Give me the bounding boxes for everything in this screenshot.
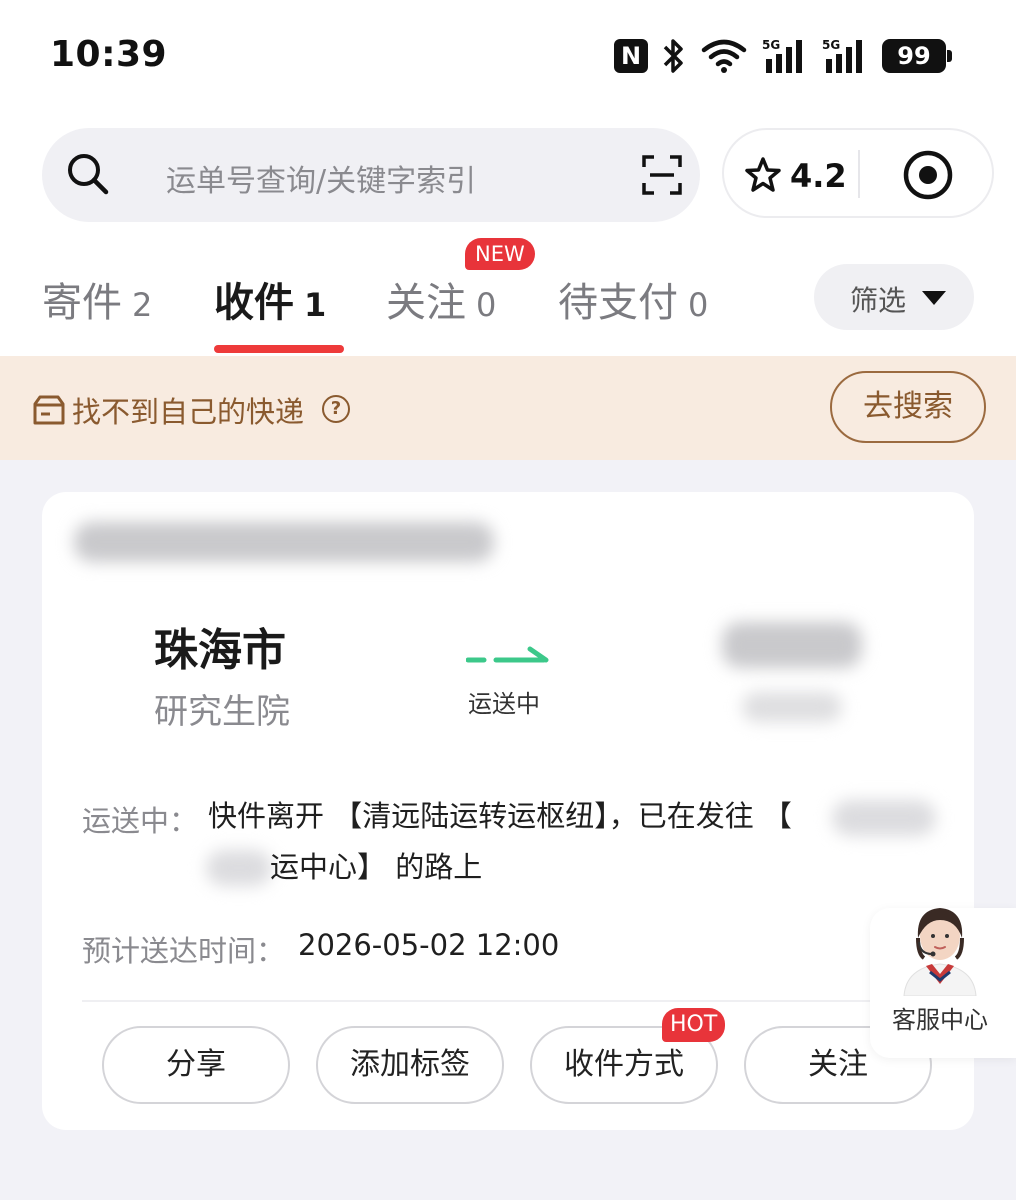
customer-service-label: 客服中心 <box>892 1006 988 1034</box>
signal-label-2: 5G <box>822 38 840 52</box>
transit-status-label: 运送中 <box>468 690 540 718</box>
customer-service-avatar <box>903 908 977 996</box>
shipment-card[interactable]: 珠海市 研究生院 运送中 运送中： 快件离开 【清远陆运转运枢纽】，已在发往 【… <box>42 492 974 1130</box>
tab-follow-count: 0 <box>476 286 497 324</box>
customer-service-button[interactable]: 客服中心 <box>870 908 1016 1058</box>
tab-receive-count: 1 <box>304 286 327 324</box>
status-detail-line1: 快件离开 【清远陆运转运枢纽】，已在发往 【 <box>208 799 792 833</box>
clock: 10:39 <box>50 34 168 75</box>
tab-receive[interactable]: 收件 1 <box>214 270 326 328</box>
filter-label: 筛选 <box>850 284 907 317</box>
blurred-destination-place <box>742 692 842 722</box>
tab-send-count: 2 <box>132 286 153 324</box>
signal-icon-2: 5G <box>822 38 862 73</box>
tab-send-label: 寄件 <box>42 280 122 326</box>
origin-city: 珠海市 <box>154 625 286 676</box>
rating-value: 4.2 <box>790 157 847 195</box>
rating-pill[interactable]: 4.2 <box>722 128 994 218</box>
bluetooth-icon <box>663 39 683 73</box>
battery-icon: 99 <box>882 39 952 73</box>
nfc-icon <box>614 39 648 73</box>
blurred-tracking-number <box>74 522 494 562</box>
pill-divider <box>858 150 860 198</box>
blurred-destination-hub-2 <box>206 850 272 886</box>
tab-pending-label: 待支付 <box>558 280 678 326</box>
blurred-destination-hub <box>832 800 936 836</box>
search-input[interactable]: 运单号查询/关键字索引 <box>166 156 476 200</box>
eta-label: 预计送达时间： <box>82 934 286 968</box>
help-icon[interactable]: ? <box>322 395 350 423</box>
tab-send[interactable]: 寄件 2 <box>42 270 152 328</box>
signal-icon: 5G <box>762 38 802 73</box>
tab-follow-label: 关注 <box>386 280 466 326</box>
record-icon[interactable] <box>902 149 954 201</box>
blurred-destination-city <box>722 622 862 668</box>
card-divider <box>82 1000 934 1002</box>
signal-label: 5G <box>762 38 780 52</box>
share-button[interactable]: 分享 <box>102 1026 290 1104</box>
transit-arrow-icon <box>466 646 549 663</box>
tab-follow[interactable]: 关注 0 <box>386 270 496 328</box>
package-box-icon <box>33 395 65 425</box>
eta-value: 2026-05-02 12:00 <box>298 928 560 962</box>
scan-icon[interactable] <box>642 155 682 195</box>
tab-pending-payment[interactable]: 待支付 0 <box>558 270 708 328</box>
search-icon <box>68 154 109 195</box>
status-detail-line2: 运中心】 的路上 <box>270 850 483 884</box>
tab-pending-count: 0 <box>688 286 709 324</box>
hot-badge: HOT <box>662 1008 726 1042</box>
filter-button[interactable]: 筛选 <box>814 264 974 330</box>
search-bar[interactable]: 运单号查询/关键字索引 <box>42 128 700 222</box>
status-prefix: 运送中： <box>82 804 199 838</box>
wifi-icon <box>701 39 747 73</box>
go-search-button[interactable]: 去搜索 <box>830 371 986 443</box>
origin-place: 研究生院 <box>154 692 290 732</box>
star-icon <box>745 157 781 192</box>
status-icons: 5G 5G 99 <box>614 36 952 76</box>
active-tab-indicator <box>214 345 344 353</box>
banner-text: 找不到自己的快递 <box>72 395 305 429</box>
new-badge: NEW <box>465 238 535 270</box>
add-tag-button[interactable]: 添加标签 <box>316 1026 504 1104</box>
caret-down-icon <box>922 291 946 305</box>
status-bar: 10:39 5G 5G 99 <box>0 0 1016 110</box>
tab-receive-label: 收件 <box>214 280 294 326</box>
